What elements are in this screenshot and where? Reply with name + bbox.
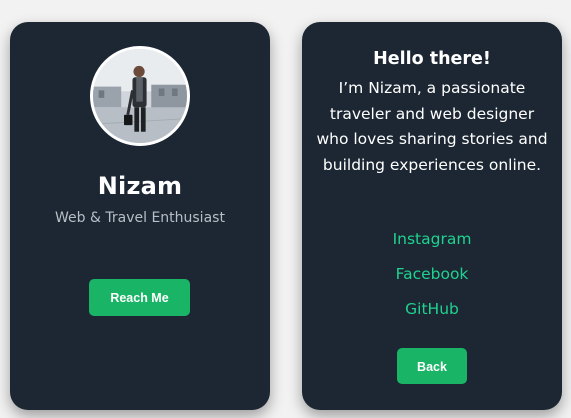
github-link[interactable]: GitHub	[302, 300, 562, 318]
bio-text: I’m Nizam, a passionate traveler and web…	[316, 79, 548, 174]
page: Nizam Web & Travel Enthusiast Reach Me H…	[0, 0, 571, 418]
profile-card: Nizam Web & Travel Enthusiast Reach Me	[10, 22, 270, 410]
profile-photo-icon	[93, 49, 187, 143]
about-card: Hello there! I’m Nizam, a passionate tra…	[302, 22, 562, 410]
greeting-heading: Hello there!	[373, 49, 491, 69]
instagram-link[interactable]: Instagram	[302, 230, 562, 248]
profile-tagline: Web & Travel Enthusiast	[55, 210, 225, 226]
facebook-link[interactable]: Facebook	[302, 265, 562, 283]
back-button[interactable]: Back	[397, 348, 467, 384]
profile-name: Nizam	[97, 172, 183, 200]
reach-me-button[interactable]: Reach Me	[89, 279, 190, 316]
avatar	[90, 46, 190, 146]
